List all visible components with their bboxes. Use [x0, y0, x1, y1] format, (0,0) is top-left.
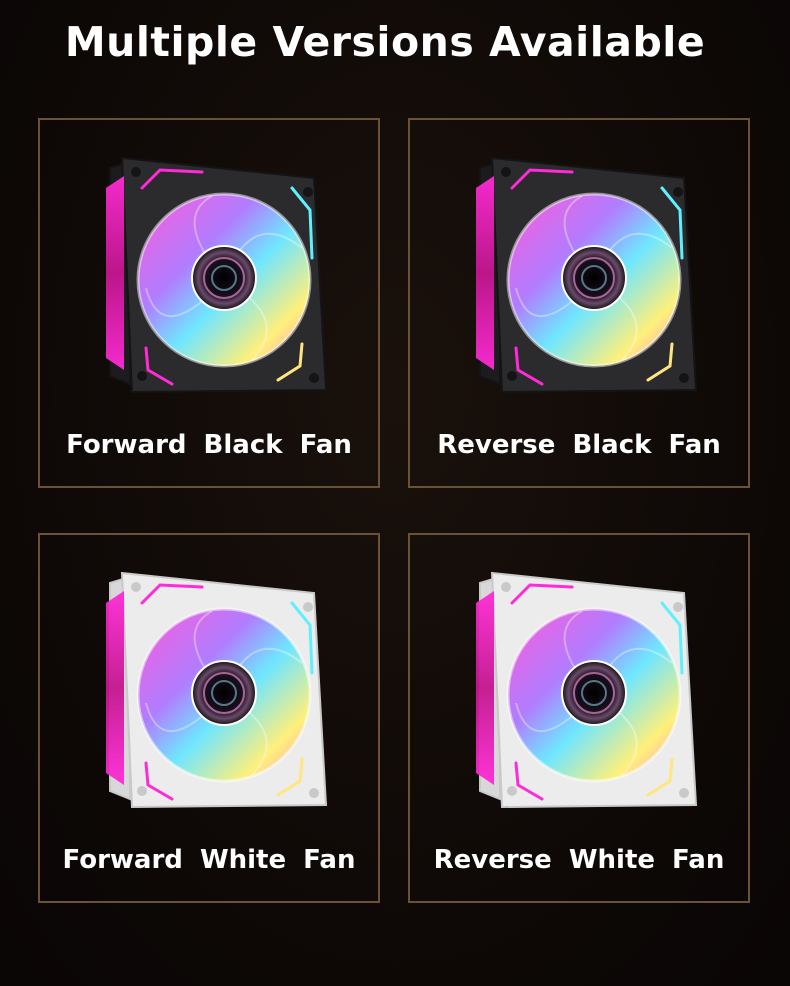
fan-card-forward-black[interactable]: Forward Black Fan [38, 118, 380, 488]
fan-card-reverse-black[interactable]: Reverse Black Fan [408, 118, 750, 488]
fan-image [102, 148, 334, 410]
page-title: Multiple Versions Available [64, 18, 706, 66]
fan-card-label: Reverse White Fan [433, 845, 725, 875]
fan-image [102, 563, 334, 825]
fan-image [472, 563, 704, 825]
fan-card-forward-white[interactable]: Forward White Fan [38, 533, 380, 903]
fan-image [472, 148, 704, 410]
fan-card-label: Reverse Black Fan [437, 430, 721, 460]
fan-card-reverse-white[interactable]: Reverse White Fan [408, 533, 750, 903]
fan-card-label: Forward Black Fan [66, 430, 352, 460]
fan-card-label: Forward White Fan [62, 845, 356, 875]
